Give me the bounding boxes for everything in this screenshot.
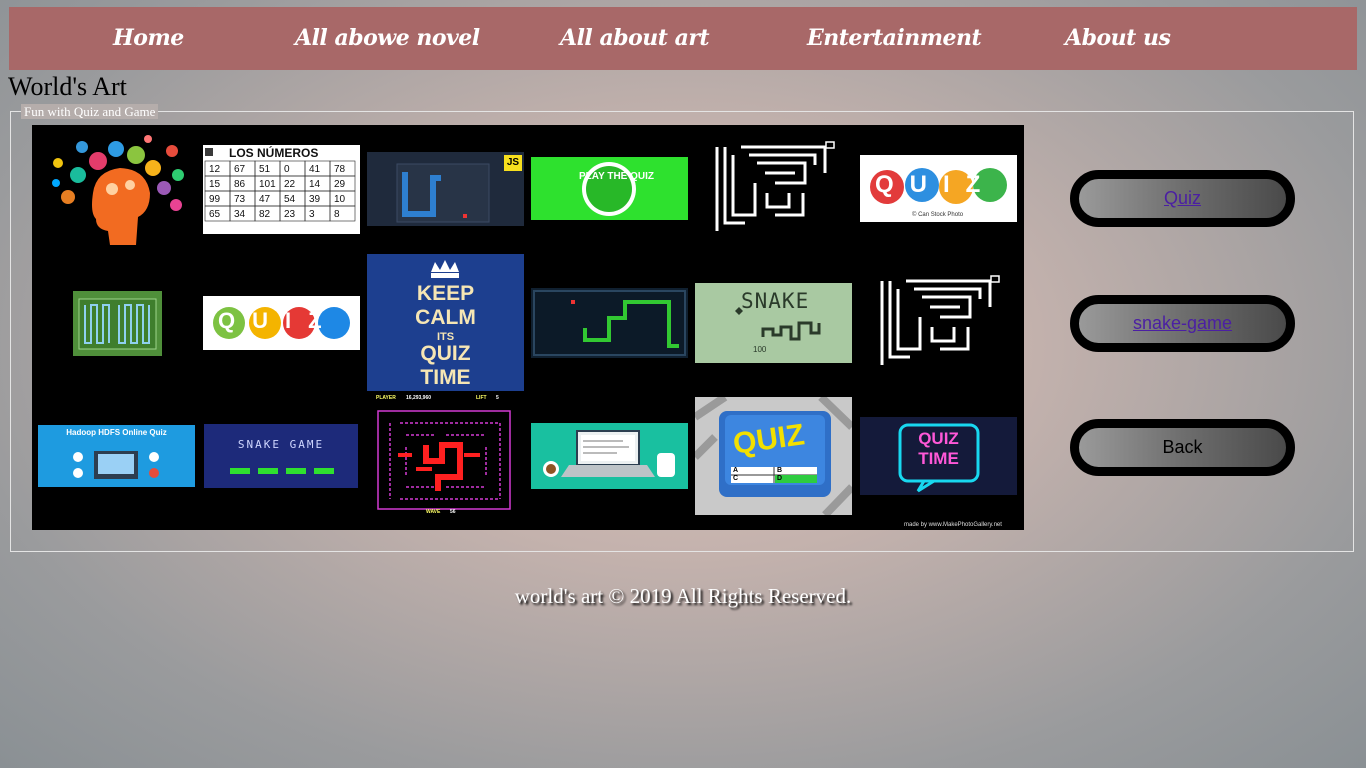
numeros-number: 54 [284, 194, 296, 205]
quiz-key-a: A [733, 467, 739, 474]
pacman-like-thumb: PLAYER 16,293,960 LIFT 5 WAVE 56 [376, 395, 514, 515]
quiz-key-b: B [777, 467, 783, 474]
hadoop-quiz-thumb: Hadoop HDFS Online Quiz [38, 425, 195, 487]
nav-art-link[interactable]: All about art [560, 7, 710, 70]
nav-entertainment-link[interactable]: Entertainment [807, 7, 982, 70]
quiz-key-d: D [777, 475, 783, 482]
pacman-wave-value: 56 [450, 509, 456, 515]
keep-calm-thumb: KEEP CALM ITS QUIZ TIME [367, 254, 524, 391]
maze-1-thumb [695, 133, 852, 245]
nav-about-link[interactable]: About us [1065, 7, 1171, 70]
hadoop-quiz-title: Hadoop HDFS Online Quiz [66, 428, 167, 437]
numeros-number: 10 [334, 194, 346, 205]
numeros-number: 3 [309, 209, 315, 220]
numeros-number: 51 [259, 164, 271, 175]
numeros-number: 15 [209, 179, 221, 190]
nav-home-link[interactable]: Home [113, 7, 184, 70]
numeros-number: 8 [334, 209, 340, 220]
numeros-number: 22 [284, 179, 296, 190]
js-badge: JS [504, 155, 522, 171]
footer-copyright: world's art © 2019 All Rights Reserved. [514, 584, 852, 608]
nav-novel-link[interactable]: All abowe novel [295, 7, 480, 70]
numeros-number: 78 [334, 164, 346, 175]
snake-game-button[interactable]: snake-game [1070, 295, 1295, 352]
numeros-number: 39 [309, 194, 321, 205]
quiz-colorful-text: QUIZ [218, 308, 339, 333]
quiz-bubbles-text: QUIZ [875, 171, 997, 198]
numeros-number: 99 [209, 194, 221, 205]
numeros-number: 67 [234, 164, 246, 175]
quiz-time-neon-thumb: QUIZ TIME [860, 417, 1017, 495]
photo-collage: 12 67 51 0 41 78 15 86 101 22 14 29 99 73 47 54 39 10 65 34… [32, 125, 1024, 530]
snake-game-menu-thumb: SNAKE GAME [204, 424, 358, 488]
back-label: Back [1162, 437, 1203, 457]
numeros-number: 86 [234, 179, 246, 190]
back-button[interactable]: Back [1070, 419, 1295, 476]
quiz-game-fieldset: Fun with Quiz and Game 12 67 51 0 41 78 15 86 10… [10, 104, 1354, 552]
snake-game-link[interactable]: snake-game [1133, 313, 1232, 333]
quiz-colorful-thumb: QUIZ [203, 296, 360, 350]
maze-2-thumb [860, 269, 1017, 373]
numeros-number: 23 [284, 209, 296, 220]
numeros-number: 0 [284, 164, 290, 175]
page-title: World's Art [8, 72, 127, 101]
quiz-key-c: C [733, 475, 739, 482]
quiz-bubbles-caption: © Can Stock Photo [912, 212, 964, 218]
numeros-number: 34 [234, 209, 246, 220]
snake-game-menu-title: SNAKE GAME [237, 438, 325, 451]
numeros-number: 82 [259, 209, 271, 220]
pacman-wave-label: WAVE [426, 509, 441, 515]
numeros-number: 29 [334, 179, 346, 190]
snake-lcd-title: SNAKE [741, 289, 810, 313]
numeros-number: 47 [259, 194, 271, 205]
keep-calm-line-1: KEEP [416, 282, 475, 305]
quiz-bubbles-thumb: QUIZ © Can Stock Photo [860, 155, 1017, 222]
quiz-time-line-1: QUIZ [918, 429, 959, 448]
los-numeros-thumb: 12 67 51 0 41 78 15 86 101 22 14 29 99 73 47 54 39 10 65 34… [203, 145, 360, 234]
numeros-number: 12 [209, 164, 221, 175]
quiz-link[interactable]: Quiz [1164, 188, 1201, 208]
green-maze-thumb [73, 291, 162, 356]
numeros-number: 14 [309, 179, 321, 190]
numeros-number: 65 [209, 209, 221, 220]
collage-watermark: made by www.MakePhotoGallery.net [904, 522, 1002, 528]
quiz-button[interactable]: Quiz [1070, 170, 1295, 227]
numeros-number: 101 [259, 179, 276, 190]
keep-calm-line-4: QUIZ [420, 342, 471, 365]
snake-js-thumb: JS [367, 152, 524, 226]
play-the-quiz-text: PLAY THE QUIZ [579, 171, 655, 182]
keep-calm-line-2: CALM [415, 306, 476, 329]
top-navbar: Home All abowe novel All about art Enter… [9, 7, 1357, 70]
play-the-quiz-thumb: PLAY THE QUIZ [531, 157, 688, 220]
snake-lcd-score: 100 [753, 345, 767, 354]
keep-calm-line-5: TIME [420, 366, 471, 389]
pacman-player-score: 16,293,960 [406, 395, 432, 401]
laptop-desk-thumb [531, 423, 688, 489]
pacman-lift-value: 5 [496, 395, 499, 401]
snake-dark-thumb [531, 288, 688, 358]
numeros-number: 73 [234, 194, 246, 205]
quiz-time-line-2: TIME [918, 449, 959, 468]
los-numeros-title: LOS NÚMEROS [229, 146, 319, 160]
quiz-key-thumb: QUIZ A B C D [695, 397, 852, 515]
pacman-player-label: PLAYER [376, 395, 396, 401]
brain-icons-thumb [38, 133, 195, 249]
fieldset-legend: Fun with Quiz and Game [21, 104, 159, 119]
numeros-number: 41 [309, 164, 321, 175]
pacman-lift-label: LIFT [476, 395, 487, 401]
snake-lcd-thumb: SNAKE 100 [695, 283, 852, 363]
